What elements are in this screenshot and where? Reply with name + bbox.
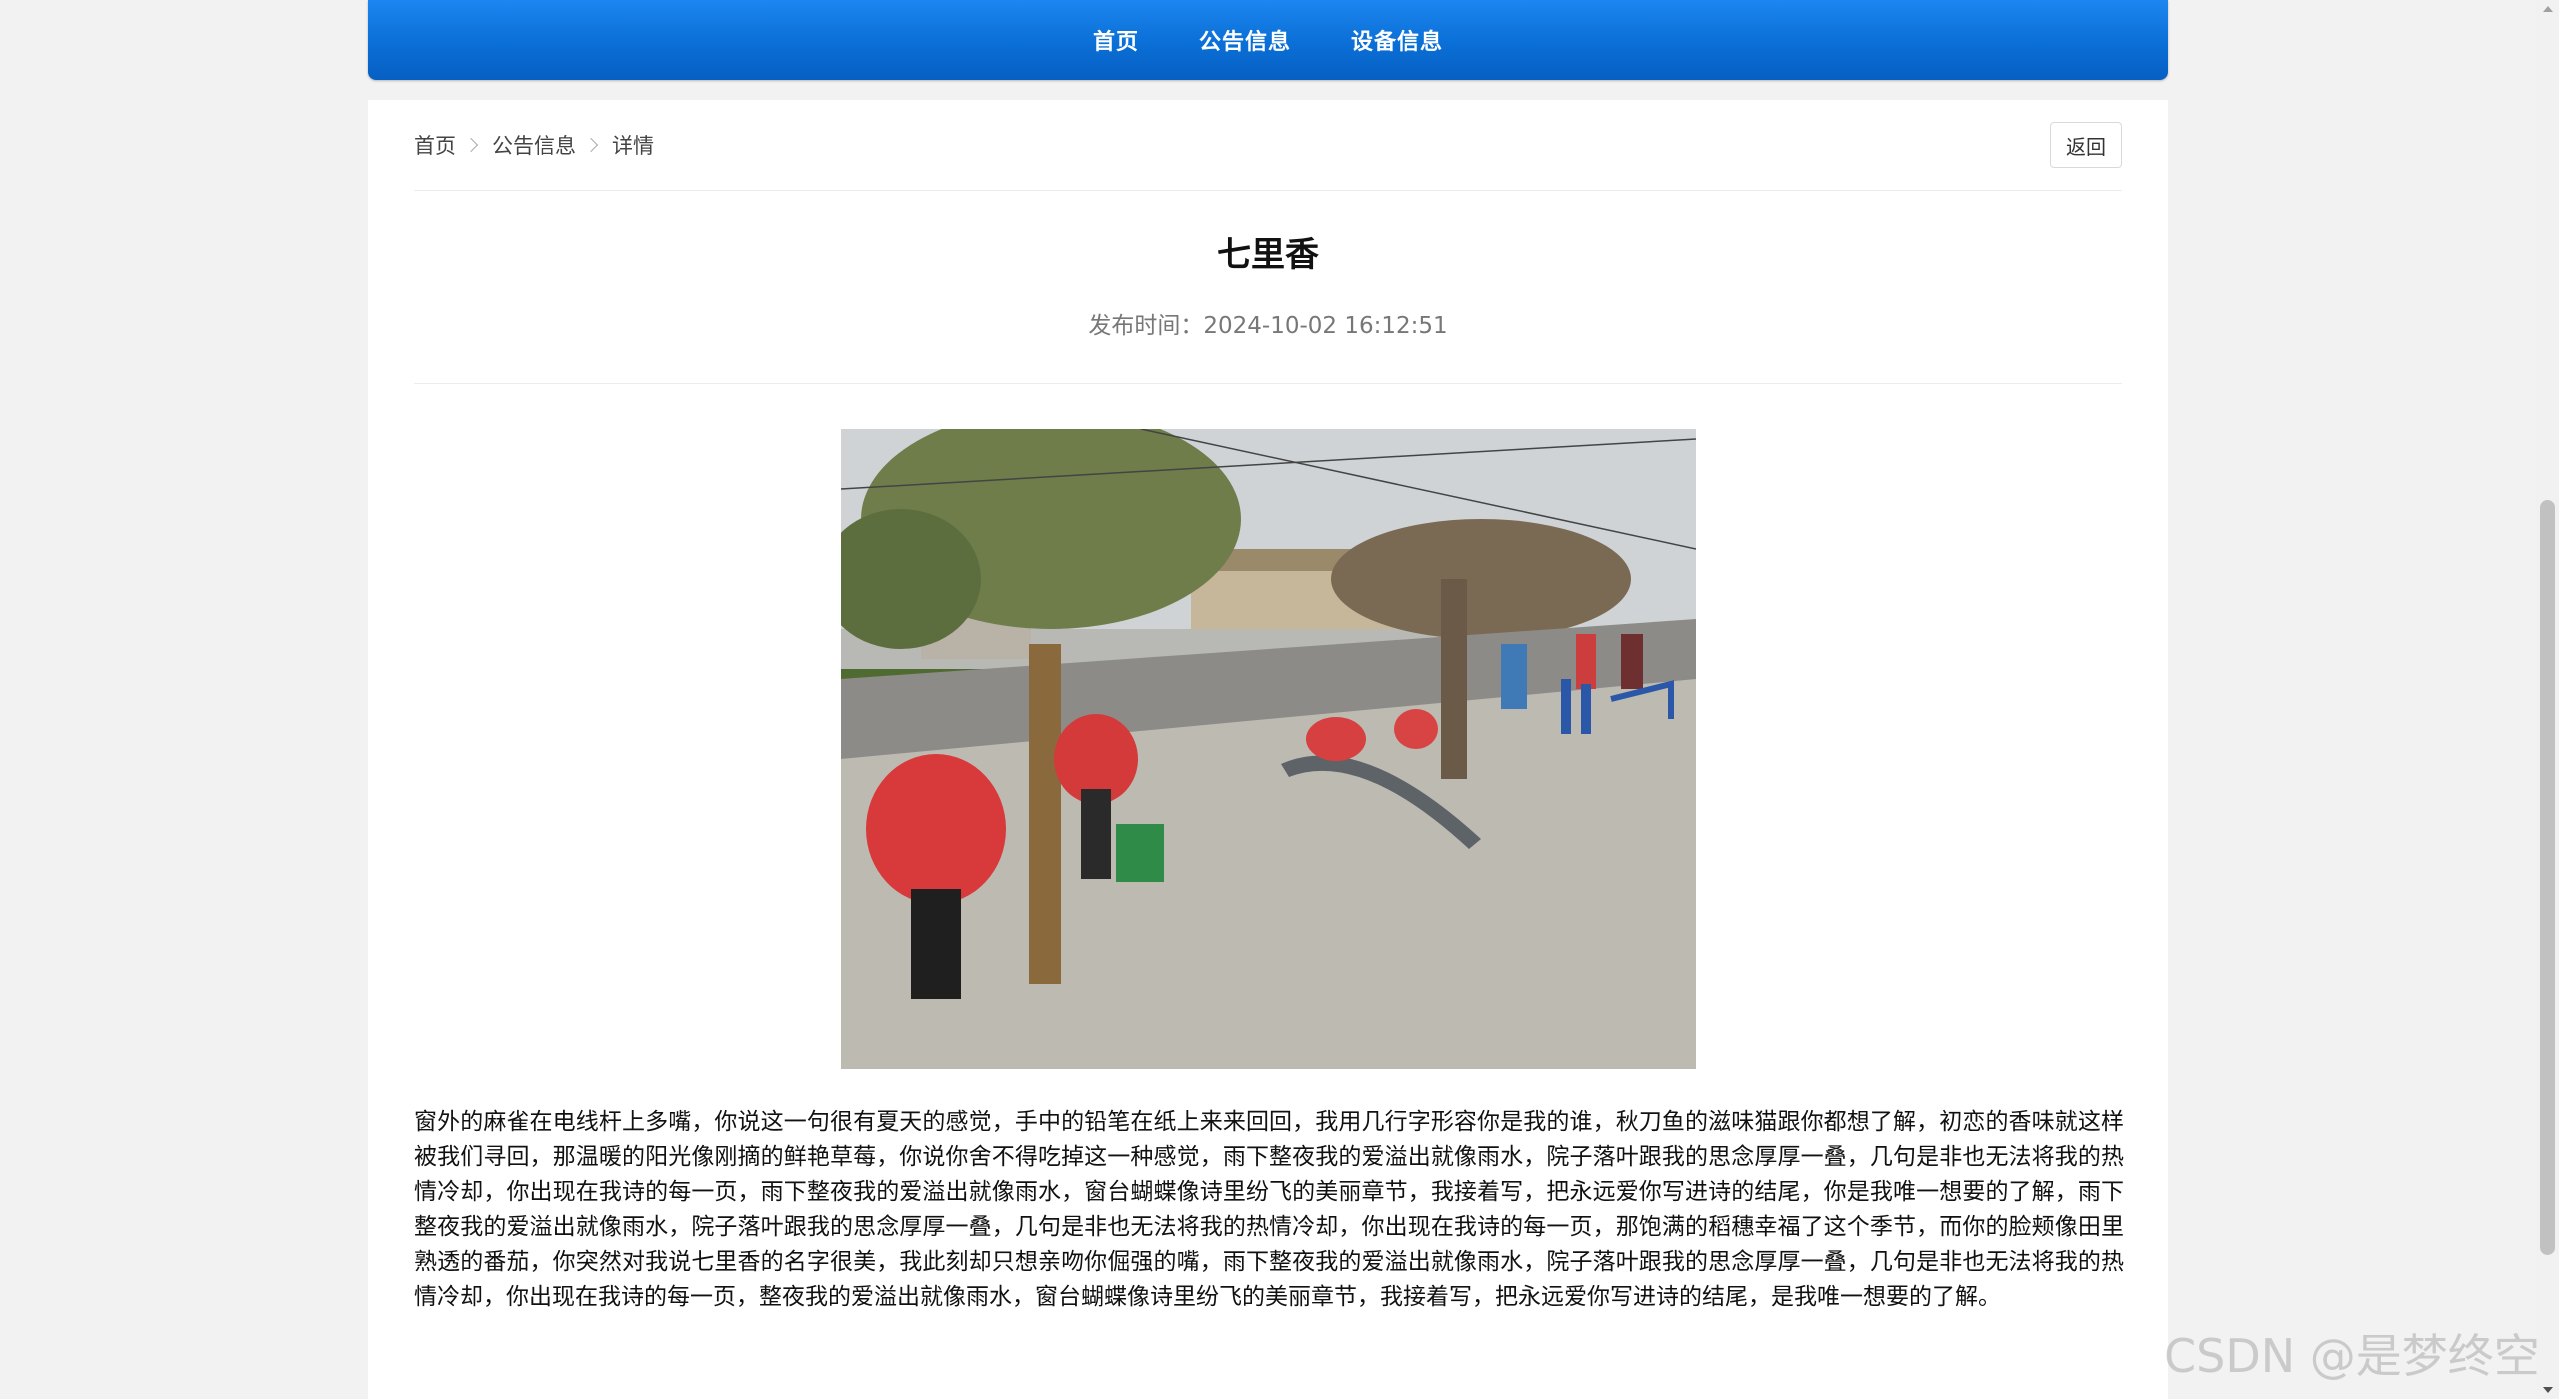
- article-title: 七里香: [1217, 235, 1319, 275]
- page-scrollbar[interactable]: [2536, 0, 2559, 1399]
- top-nav-bar: 首页 公告信息 设备信息: [368, 0, 2168, 80]
- chevron-right-icon: [463, 137, 479, 153]
- chevron-right-icon: [583, 137, 599, 153]
- breadcrumb-current: 详情: [612, 134, 654, 158]
- publish-label: 发布时间：: [1088, 313, 1204, 339]
- nav-item-announcements[interactable]: 公告信息: [1199, 24, 1291, 56]
- publish-time: 发布时间：2024-10-02 16:12:51: [414, 306, 2122, 340]
- watermark: CSDN @是梦终空: [2164, 1329, 2540, 1383]
- content-card: 首页 公告信息 详情 返回 七里香 发布时间：2024-10-02 16:12:…: [368, 100, 2168, 1399]
- article-body: 窗外的麻雀在电线杆上多嘴，你说这一句很有夏天的感觉，手中的铅笔在纸上来来回回，我…: [414, 1109, 2124, 1310]
- nav-item-home[interactable]: 首页: [1093, 24, 1139, 56]
- nav-item-devices[interactable]: 设备信息: [1351, 24, 1443, 56]
- scrollbar-thumb[interactable]: [2540, 500, 2555, 1255]
- breadcrumb-home[interactable]: 首页: [414, 130, 456, 160]
- scroll-down-icon[interactable]: [2543, 1387, 2553, 1393]
- article-image: [841, 429, 1696, 1069]
- breadcrumb-announcements[interactable]: 公告信息: [492, 130, 576, 160]
- breadcrumb-row: 首页 公告信息 详情 返回: [414, 100, 2122, 191]
- article-header: 七里香 发布时间：2024-10-02 16:12:51: [414, 191, 2122, 384]
- back-button[interactable]: 返回: [2050, 122, 2122, 168]
- breadcrumb: 首页 公告信息 详情: [414, 130, 654, 160]
- scroll-up-icon[interactable]: [2543, 6, 2553, 12]
- photo-icon: [841, 429, 1696, 1069]
- publish-time-value: 2024-10-02 16:12:51: [1203, 313, 1448, 339]
